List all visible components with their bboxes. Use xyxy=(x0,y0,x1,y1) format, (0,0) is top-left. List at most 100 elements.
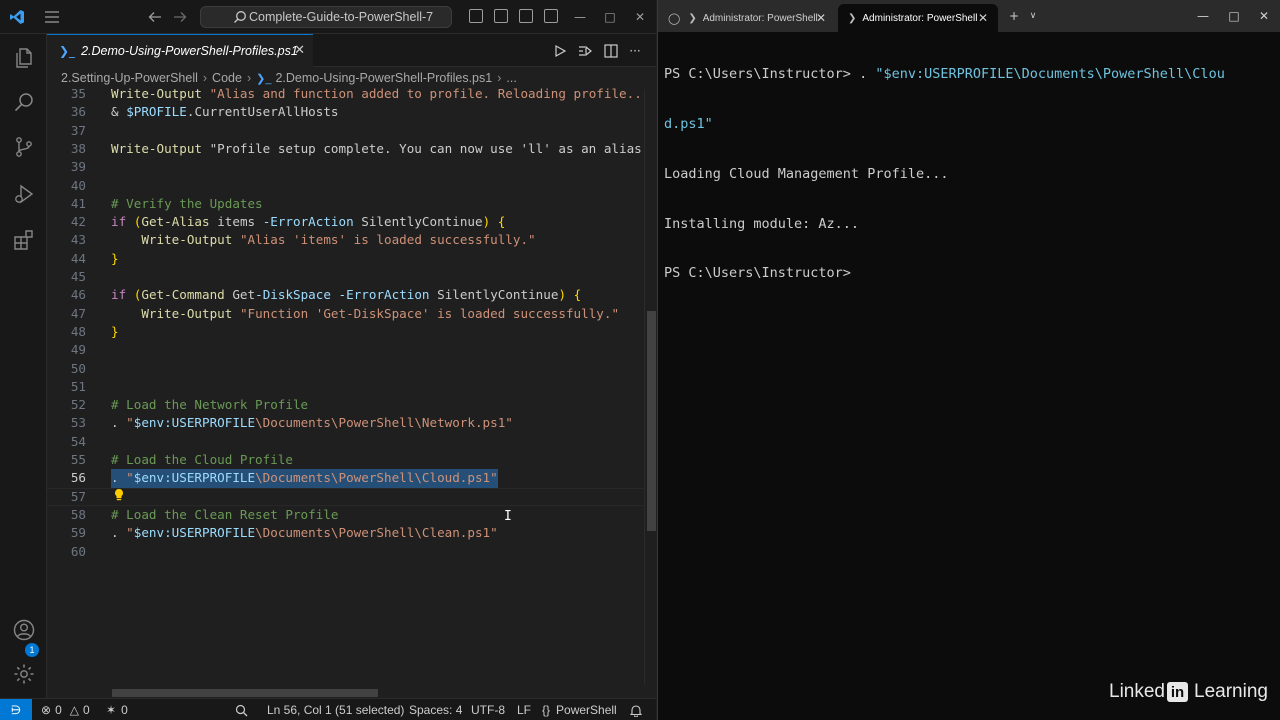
chevron-down-icon[interactable]: ∨ xyxy=(1026,4,1040,28)
line-number: 50 xyxy=(70,360,86,376)
code-line[interactable]: 57 xyxy=(47,487,644,506)
code-line[interactable]: 44} xyxy=(47,250,644,268)
extensions-icon[interactable] xyxy=(0,220,47,260)
code-text: } xyxy=(111,323,119,339)
code-line[interactable]: 43 Write-Output "Alias 'items' is loaded… xyxy=(47,231,644,249)
code-line[interactable]: 40 xyxy=(47,177,644,195)
code-line[interactable]: 35 Write-Output "Alias and function added… xyxy=(47,85,644,103)
maximize-icon[interactable]: □ xyxy=(1219,4,1249,28)
code-line[interactable]: 59 . "$env:USERPROFILE\Documents\PowerShe… xyxy=(47,524,644,542)
braces-icon: {} xyxy=(542,703,551,717)
code-line[interactable]: 47 Write-Output "Function 'Get-DiskSpace… xyxy=(47,305,644,323)
code-line[interactable]: 56 . "$env:USERPROFILE\Documents\PowerShe… xyxy=(47,469,644,488)
code-line[interactable]: 52 # Load the Network Profile xyxy=(47,396,644,414)
run-icon[interactable] xyxy=(551,42,569,60)
text-cursor-icon: I xyxy=(504,509,512,524)
code-line[interactable]: 54 xyxy=(47,433,644,451)
code-text: # Load the Clean Reset Profile xyxy=(111,506,339,522)
remote-indicator-icon[interactable]: ⋻ xyxy=(0,699,32,720)
new-tab-plus-icon[interactable]: + xyxy=(1006,4,1022,28)
run-debug-icon[interactable] xyxy=(0,174,47,214)
lightbulb-icon[interactable] xyxy=(113,487,125,501)
logo-text: Learning xyxy=(1194,681,1268,702)
code-line[interactable]: 45 xyxy=(47,268,644,286)
tab-active-file[interactable]: ❯_ 2.Demo-Using-PowerShell-Profiles.ps1 … xyxy=(47,34,313,67)
source-control-icon[interactable] xyxy=(0,127,47,167)
code-line[interactable]: 51 xyxy=(47,378,644,396)
close-tab-icon[interactable]: ✕ xyxy=(816,11,826,25)
scrollbar-thumb[interactable] xyxy=(647,311,656,531)
error-icon: ⊗ xyxy=(41,703,52,717)
vertical-scrollbar[interactable] xyxy=(644,89,656,685)
toggle-secondary-sidebar-icon[interactable] xyxy=(544,9,558,23)
code-text: } xyxy=(111,250,119,266)
language-mode[interactable]: {} PowerShell xyxy=(542,699,617,720)
line-number: 39 xyxy=(70,159,86,175)
cursor-position[interactable]: Ln 56, Col 1 (51 selected) xyxy=(267,699,404,720)
indentation[interactable]: Spaces: 4 xyxy=(409,699,462,720)
code-line[interactable]: 58 # Load the Clean Reset Profile xyxy=(47,506,644,524)
code-line[interactable]: 48} xyxy=(47,323,644,341)
code-text: Write-Output "Alias and function added t… xyxy=(111,86,644,101)
back-arrow-icon[interactable] xyxy=(146,0,164,34)
line-number: 38 xyxy=(70,140,86,156)
close-tab-icon[interactable]: ✕ xyxy=(978,11,988,25)
code-line[interactable]: 38 Write-Output "Profile setup complete. … xyxy=(47,140,644,158)
ports-indicator[interactable]: ✶ 0 xyxy=(106,699,128,720)
explorer-icon[interactable] xyxy=(0,38,47,78)
breadcrumb-item[interactable]: 2.Demo-Using-PowerShell-Profiles.ps1 xyxy=(275,71,492,85)
activity-bar xyxy=(0,34,47,698)
zoom-icon[interactable] xyxy=(235,699,248,720)
command-center-search[interactable]: Complete-Guide-to-PowerShell-7 xyxy=(200,6,452,28)
forward-arrow-icon[interactable] xyxy=(171,0,189,34)
split-editor-icon[interactable] xyxy=(602,42,620,60)
code-line[interactable]: 46 if (Get-Command Get-DiskSpace -ErrorAc… xyxy=(47,286,644,304)
code-text: Write-Output "Function 'Get-DiskSpace' i… xyxy=(141,305,620,321)
search-icon[interactable] xyxy=(0,82,47,122)
manage-gear-icon[interactable] xyxy=(0,654,47,694)
close-window-icon[interactable]: ✕ xyxy=(624,0,656,34)
more-actions-icon[interactable]: ··· xyxy=(626,42,644,60)
terminal-tab[interactable]: ◯ ❯ Administrator: PowerShell ✕ xyxy=(658,4,836,32)
code-line[interactable]: 49 xyxy=(47,341,644,359)
code-line[interactable]: 55 # Load the Cloud Profile xyxy=(47,451,644,469)
code-line[interactable]: 53 . "$env:USERPROFILE\Documents\PowerShe… xyxy=(47,414,644,432)
code-line[interactable]: 41 # Verify the Updates xyxy=(47,195,644,213)
horizontal-scrollbar[interactable] xyxy=(112,689,378,697)
prompt: PS C:\Users\Instructor> xyxy=(664,66,851,83)
minimize-icon[interactable]: — xyxy=(1188,4,1218,28)
command-string-wrap: d.ps1" xyxy=(664,115,713,132)
line-number: 56 xyxy=(70,470,86,486)
code-line[interactable]: 36 & $PROFILE.CurrentUserAllHosts xyxy=(47,103,644,121)
customize-layout-icon[interactable] xyxy=(469,9,483,23)
end-of-line[interactable]: LF xyxy=(517,699,531,720)
terminal-tab-label: Administrator: PowerShell xyxy=(702,12,818,24)
breadcrumb-item[interactable]: Code xyxy=(212,71,242,85)
line-number: 37 xyxy=(70,122,86,138)
toggle-panel-icon[interactable] xyxy=(519,9,533,23)
breadcrumb-item[interactable]: ... xyxy=(506,71,516,85)
menu-icon[interactable] xyxy=(40,0,64,34)
logo-in-box: in xyxy=(1167,682,1188,702)
code-line[interactable]: 37 xyxy=(47,122,644,140)
accounts-icon[interactable] xyxy=(0,610,47,650)
minimize-icon[interactable]: — xyxy=(564,0,596,34)
code-line[interactable]: 39 xyxy=(47,158,644,176)
terminal-output[interactable]: PS C:\Users\Instructor> . "$env:USERPROF… xyxy=(664,33,1276,315)
close-window-icon[interactable]: ✕ xyxy=(1249,4,1279,28)
maximize-icon[interactable]: □ xyxy=(594,0,626,34)
code-line[interactable]: 50 xyxy=(47,360,644,378)
encoding[interactable]: UTF-8 xyxy=(471,699,505,720)
terminal-tab-active[interactable]: ❯ Administrator: PowerShell ✕ xyxy=(838,4,998,32)
code-editor[interactable]: 35 Write-Output "Alias and function added… xyxy=(47,85,644,685)
toggle-primary-sidebar-icon[interactable] xyxy=(494,9,508,23)
code-line[interactable]: 60 xyxy=(47,543,644,561)
close-tab-icon[interactable]: ✕ xyxy=(294,43,305,58)
run-selection-icon[interactable] xyxy=(576,42,594,60)
shield-icon: ◯ xyxy=(668,12,681,25)
code-line[interactable]: 42 if (Get-Alias items -ErrorAction Silen… xyxy=(47,213,644,231)
breadcrumb-item[interactable]: 2.Setting-Up-PowerShell xyxy=(61,71,198,85)
problems-indicator[interactable]: ⊗ 0 △ 0 xyxy=(41,699,90,720)
notifications-bell-icon[interactable] xyxy=(630,699,642,720)
powershell-file-icon: ❯_ xyxy=(256,72,272,85)
